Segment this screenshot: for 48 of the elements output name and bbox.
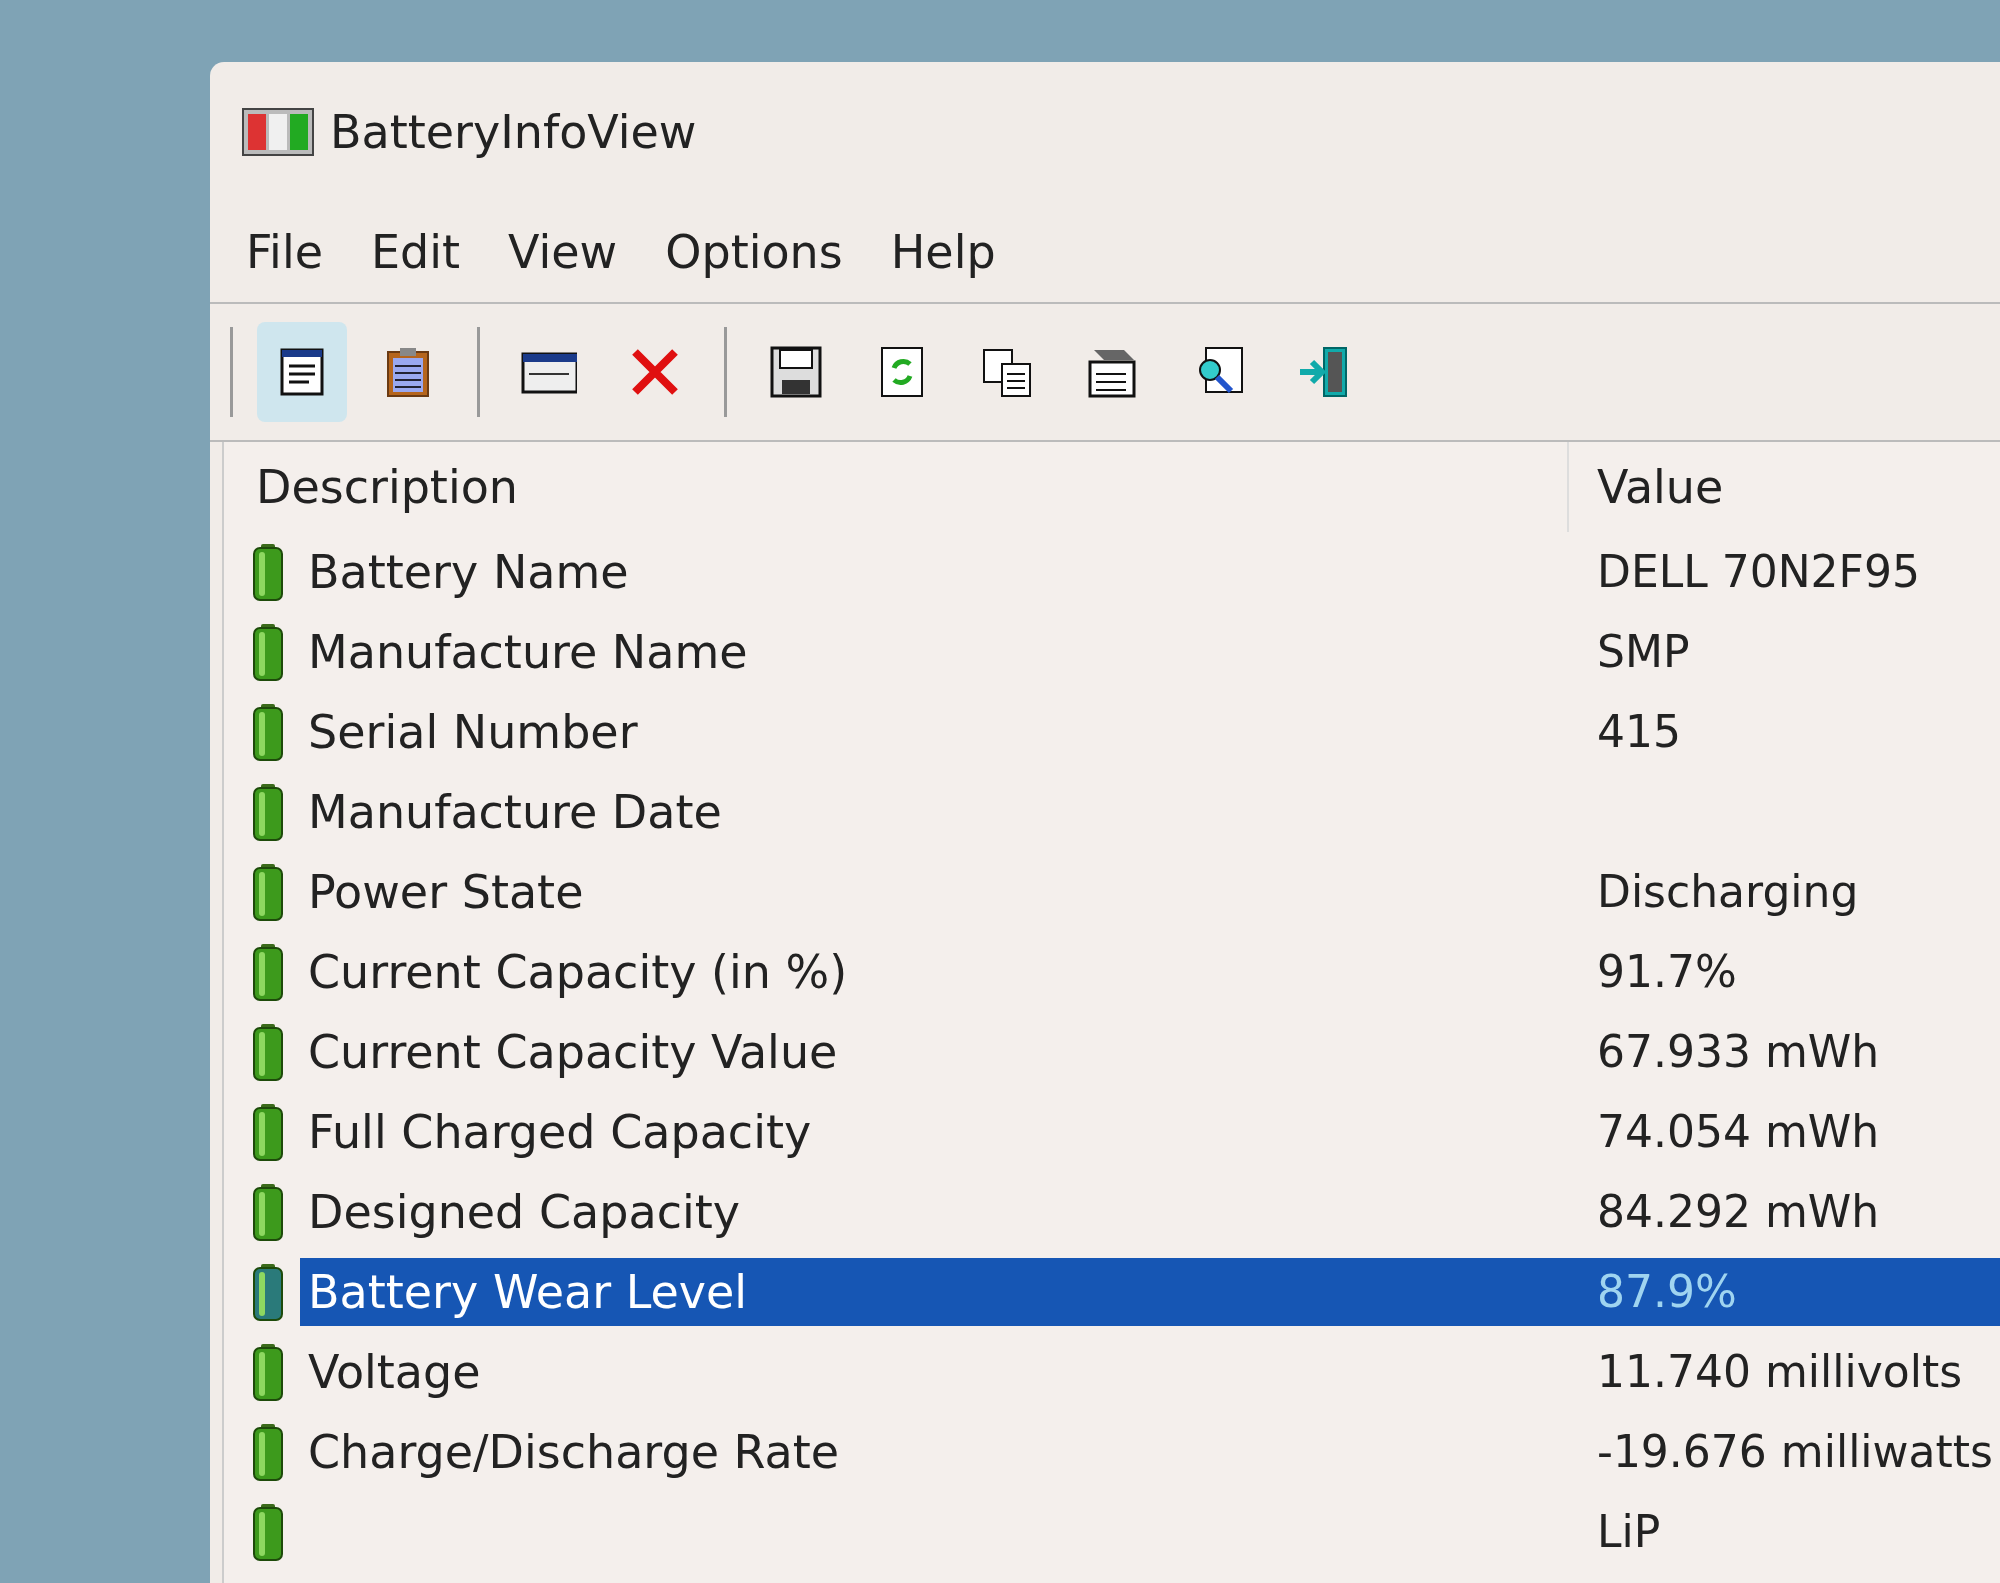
battery-icon <box>252 1423 284 1481</box>
battery-icon <box>252 1263 284 1321</box>
battery-icon <box>252 543 284 601</box>
value-cell-text: SMP <box>1597 625 1690 679</box>
value-cell-text: 87.9% <box>1597 1265 1737 1319</box>
battery-icon <box>252 1023 284 1081</box>
window-title: BatteryInfoView <box>330 103 697 161</box>
description-cell-text: Current Capacity Value <box>308 1023 838 1081</box>
battery-icon <box>252 943 284 1001</box>
battery-icon <box>252 703 284 761</box>
menu-item[interactable]: Edit <box>355 217 477 287</box>
battery-icon <box>252 1503 284 1561</box>
description-cell-text: Voltage <box>308 1343 481 1401</box>
description-cell-text: Designed Capacity <box>308 1183 740 1241</box>
battery-icon <box>252 863 284 921</box>
value-cell-text: 67.933 mWh <box>1597 1025 1880 1079</box>
menu-item[interactable]: Help <box>874 217 1012 287</box>
description-cell-text: Charge/Discharge Rate <box>308 1423 840 1481</box>
description-cell-text: Manufacture Name <box>308 623 748 681</box>
description-cell-text: Current Capacity (in %) <box>308 943 848 1001</box>
table-row[interactable]: Battery Wear Level <box>300 1258 1569 1326</box>
menu-item[interactable]: View <box>492 217 634 287</box>
app-icon <box>242 108 314 156</box>
toolbar-button[interactable] <box>257 322 347 422</box>
description-cell-text: Battery Wear Level <box>308 1263 748 1321</box>
column-header[interactable]: Description <box>256 452 518 522</box>
battery-icon <box>252 623 284 681</box>
battery-icon <box>252 1343 284 1401</box>
description-cell-text: Full Charged Capacity <box>308 1103 812 1161</box>
value-cell-text: 74.054 mWh <box>1597 1105 1880 1159</box>
battery-icon <box>252 783 284 841</box>
battery-icon <box>252 1183 284 1241</box>
column-header[interactable]: Value <box>1569 452 1724 522</box>
description-cell-text: Serial Number <box>308 703 638 761</box>
value-cell-text: DELL 70N2F95 <box>1597 545 1920 599</box>
value-cell-text: LiP <box>1597 1505 1661 1559</box>
value-cell-text: Discharging <box>1597 865 1859 919</box>
description-cell-text: Power State <box>308 863 584 921</box>
description-cell-text: Battery Name <box>308 543 629 601</box>
value-cell-text: 415 <box>1597 705 1681 759</box>
value-cell-text: 91.7% <box>1597 945 1737 999</box>
menu-item[interactable]: Options <box>649 217 859 287</box>
value-cell-text: 11.740 millivolts <box>1597 1345 1963 1399</box>
value-cell-text: 84.292 mWh <box>1597 1185 1880 1239</box>
menu-item[interactable]: File <box>230 217 339 287</box>
battery-icon <box>252 1103 284 1161</box>
description-cell-text: Manufacture Date <box>308 783 722 841</box>
value-cell-text: -19.676 milliwatts <box>1597 1425 1993 1479</box>
